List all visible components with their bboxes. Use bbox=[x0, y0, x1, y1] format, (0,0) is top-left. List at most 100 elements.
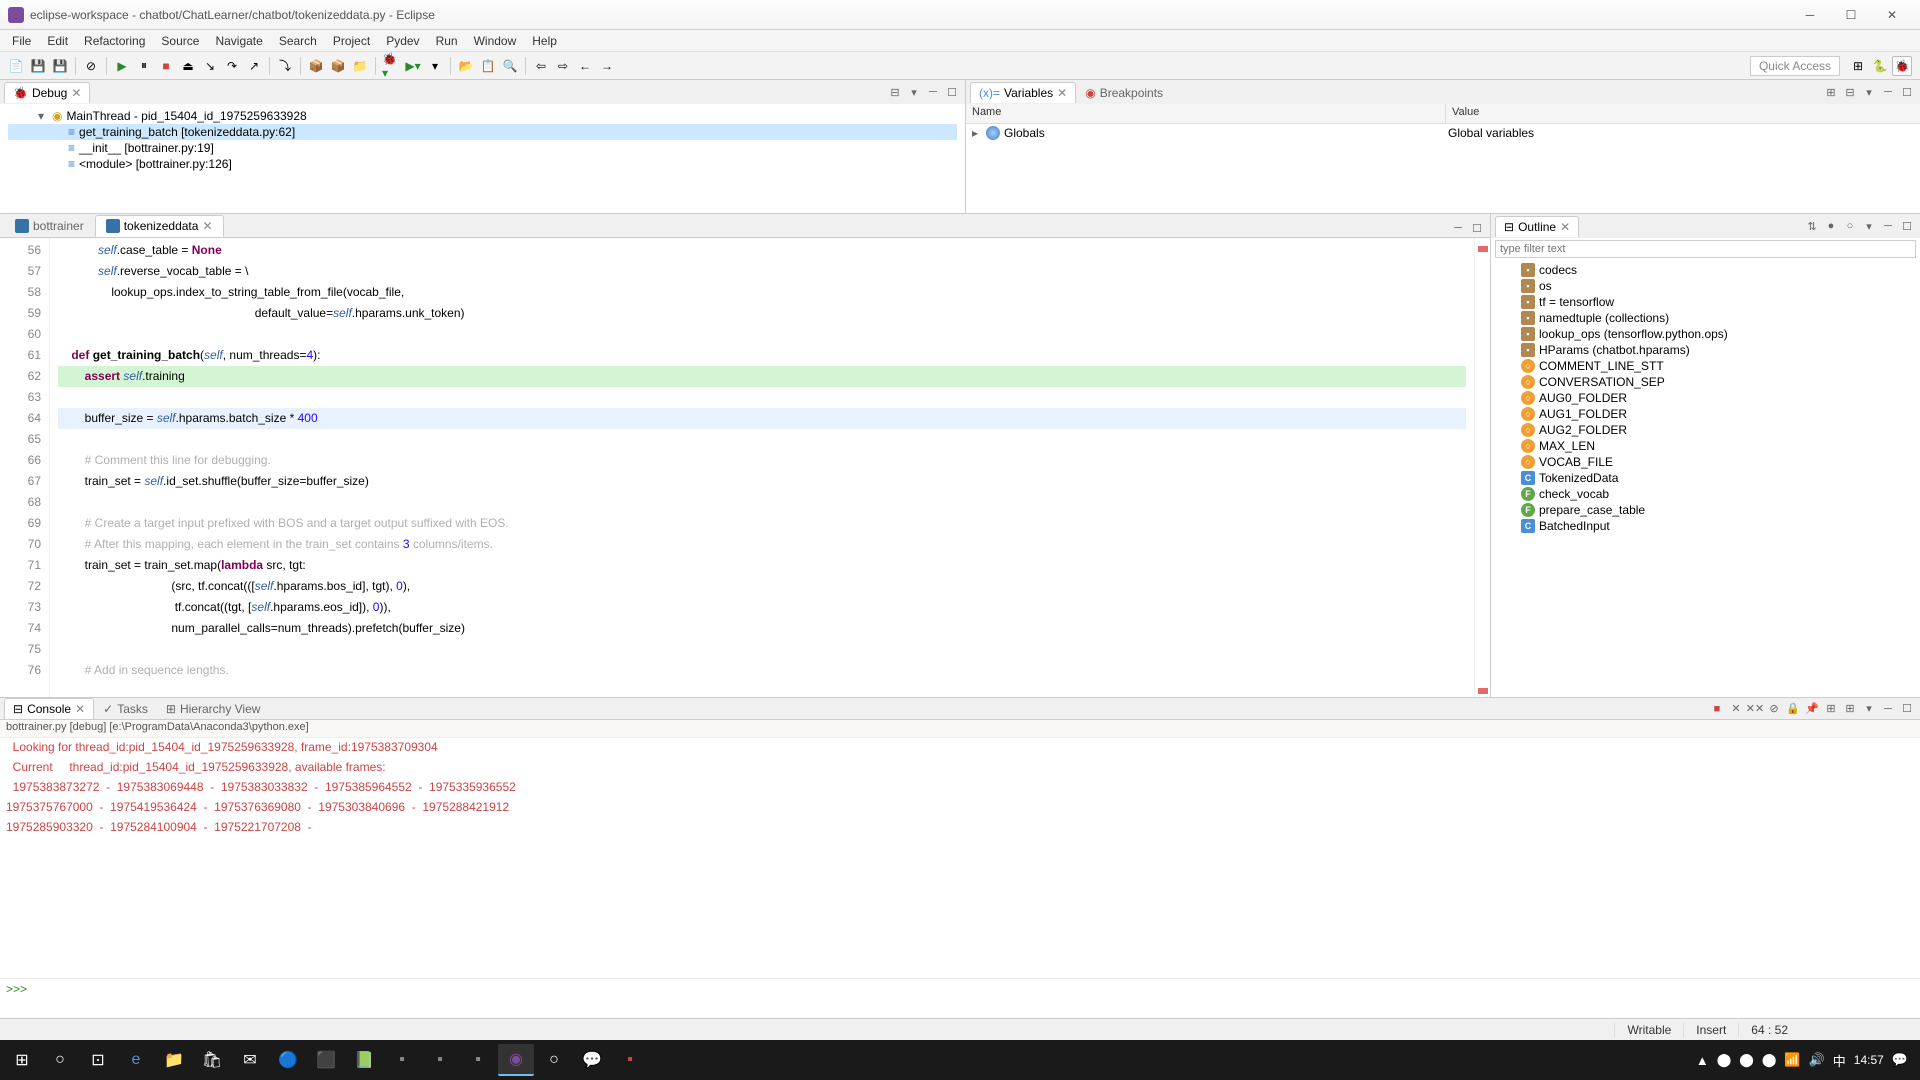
start-button[interactable]: ⊞ bbox=[4, 1044, 40, 1076]
app-icon[interactable]: ▪ bbox=[612, 1044, 648, 1076]
maximize-editor-button[interactable]: ☐ bbox=[1468, 219, 1486, 237]
coverage-dropdown-button[interactable]: ▾ bbox=[425, 56, 445, 76]
close-icon[interactable]: ✕ bbox=[1560, 220, 1570, 234]
editor-tab-tokenizeddata[interactable]: tokenizeddata ✕ bbox=[95, 215, 224, 237]
menu-project[interactable]: Project bbox=[325, 32, 378, 50]
outline-item[interactable]: Fprepare_case_table bbox=[1497, 502, 1914, 518]
tray-icon[interactable]: ▲ bbox=[1696, 1053, 1709, 1068]
quick-access-field[interactable]: Quick Access bbox=[1750, 56, 1840, 76]
code-editor[interactable]: 5657585960616263646566676869707172737475… bbox=[0, 238, 1490, 697]
new-project-button[interactable]: 📁 bbox=[350, 56, 370, 76]
outline-item[interactable]: ▪os bbox=[1497, 278, 1914, 294]
maximize-button[interactable]: ☐ bbox=[1831, 4, 1871, 26]
network-icon[interactable]: 📶 bbox=[1784, 1052, 1800, 1068]
maximize-view-button[interactable]: ☐ bbox=[1898, 217, 1916, 235]
minimize-editor-button[interactable]: ─ bbox=[1449, 219, 1467, 237]
minimize-view-button[interactable]: ─ bbox=[1879, 83, 1897, 101]
minimize-view-button[interactable]: ─ bbox=[1879, 217, 1897, 235]
outline-item[interactable]: ▪HParams (chatbot.hparams) bbox=[1497, 342, 1914, 358]
sort-button[interactable]: ⇅ bbox=[1803, 217, 1821, 235]
close-icon[interactable]: ✕ bbox=[202, 219, 212, 233]
view-menu-button[interactable]: ▾ bbox=[1860, 83, 1878, 101]
close-icon[interactable]: ✕ bbox=[1057, 86, 1067, 100]
menu-edit[interactable]: Edit bbox=[39, 32, 76, 50]
open-task-button[interactable]: 📋 bbox=[478, 56, 498, 76]
editor-tab-bottrainer[interactable]: bottrainer bbox=[4, 215, 95, 237]
name-column-header[interactable]: Name bbox=[966, 104, 1446, 123]
terminate-console-button[interactable]: ■ bbox=[1708, 700, 1726, 718]
view-menu-button[interactable]: ▾ bbox=[1860, 217, 1878, 235]
outline-item[interactable]: ○AUG0_FOLDER bbox=[1497, 390, 1914, 406]
outline-item[interactable]: ○AUG1_FOLDER bbox=[1497, 406, 1914, 422]
skip-breakpoints-button[interactable]: ⊘ bbox=[81, 56, 101, 76]
wechat-icon[interactable]: 💬 bbox=[574, 1044, 610, 1076]
menu-source[interactable]: Source bbox=[153, 32, 207, 50]
outline-item[interactable]: ○COMMENT_LINE_STT bbox=[1497, 358, 1914, 374]
menu-search[interactable]: Search bbox=[271, 32, 325, 50]
edge-icon[interactable]: e bbox=[118, 1044, 154, 1076]
expand-icon[interactable]: ▸ bbox=[972, 126, 982, 140]
menu-file[interactable]: File bbox=[4, 32, 39, 50]
collapse-all-button[interactable]: ⊟ bbox=[886, 83, 904, 101]
hide-fields-button[interactable]: ● bbox=[1822, 217, 1840, 235]
error-marker[interactable] bbox=[1478, 246, 1488, 252]
minimize-view-button[interactable]: ─ bbox=[924, 83, 942, 101]
step-over-button[interactable]: ↷ bbox=[222, 56, 242, 76]
maximize-view-button[interactable]: ☐ bbox=[1898, 700, 1916, 718]
menu-help[interactable]: Help bbox=[524, 32, 565, 50]
open-type-button[interactable]: 📂 bbox=[456, 56, 476, 76]
stack-frame[interactable]: ≡ get_training_batch [tokenizeddata.py:6… bbox=[8, 124, 957, 140]
minimize-button[interactable]: ─ bbox=[1790, 4, 1830, 26]
search-button[interactable]: ○ bbox=[42, 1044, 78, 1076]
pydev-perspective-button[interactable]: 🐍 bbox=[1870, 56, 1890, 76]
outline-item[interactable]: CTokenizedData bbox=[1497, 470, 1914, 486]
menu-navigate[interactable]: Navigate bbox=[207, 32, 270, 50]
tasks-tab[interactable]: ✓ Tasks bbox=[94, 698, 157, 719]
outline-item[interactable]: Fcheck_vocab bbox=[1497, 486, 1914, 502]
app-icon[interactable]: ▪ bbox=[460, 1044, 496, 1076]
debug-tree[interactable]: ▾ ◉ MainThread - pid_15404_id_1975259633… bbox=[0, 104, 965, 213]
outline-item[interactable]: ○CONVERSATION_SEP bbox=[1497, 374, 1914, 390]
terminate-button[interactable]: ■ bbox=[156, 56, 176, 76]
collapse-all-button[interactable]: ⊟ bbox=[1841, 83, 1859, 101]
outline-item[interactable]: ▪codecs bbox=[1497, 262, 1914, 278]
remove-all-button[interactable]: ✕✕ bbox=[1746, 700, 1764, 718]
value-column-header[interactable]: Value bbox=[1446, 104, 1485, 123]
maximize-view-button[interactable]: ☐ bbox=[1898, 83, 1916, 101]
overview-ruler[interactable] bbox=[1474, 238, 1490, 697]
display-console-button[interactable]: ⊞ bbox=[1822, 700, 1840, 718]
outline-tab[interactable]: ⊟ Outline ✕ bbox=[1495, 216, 1579, 237]
outline-item[interactable]: ○VOCAB_FILE bbox=[1497, 454, 1914, 470]
save-all-button[interactable]: 💾 bbox=[50, 56, 70, 76]
run-dropdown-button[interactable]: ▶▾ bbox=[403, 56, 423, 76]
new-package-button[interactable]: 📦 bbox=[328, 56, 348, 76]
stack-frame[interactable]: ≡ __init__ [bottrainer.py:19] bbox=[8, 140, 957, 156]
clear-console-button[interactable]: ⊘ bbox=[1765, 700, 1783, 718]
next-annotation-button[interactable]: ⇨ bbox=[553, 56, 573, 76]
show-type-names-button[interactable]: ⊞ bbox=[1822, 83, 1840, 101]
drop-to-frame-button[interactable]: ⤵ bbox=[275, 56, 295, 76]
outline-item[interactable]: ▪namedtuple (collections) bbox=[1497, 310, 1914, 326]
tray-icon[interactable]: ⬤ bbox=[1762, 1052, 1777, 1068]
code-content[interactable]: self.case_table = None self.reverse_voca… bbox=[50, 238, 1474, 697]
app-icon[interactable]: 📗 bbox=[346, 1044, 382, 1076]
search-button[interactable]: 🔍 bbox=[500, 56, 520, 76]
tray-icon[interactable]: ⬤ bbox=[1717, 1052, 1732, 1068]
variables-body[interactable]: ▸ Globals Global variables bbox=[966, 124, 1920, 213]
scroll-lock-button[interactable]: 🔒 bbox=[1784, 700, 1802, 718]
outline-item[interactable]: ○AUG2_FOLDER bbox=[1497, 422, 1914, 438]
close-icon[interactable]: ✕ bbox=[75, 702, 85, 716]
outline-item[interactable]: ▪tf = tensorflow bbox=[1497, 294, 1914, 310]
variables-tab[interactable]: (x)= Variables ✕ bbox=[970, 82, 1076, 103]
minimize-view-button[interactable]: ─ bbox=[1879, 700, 1897, 718]
disconnect-button[interactable]: ⏏ bbox=[178, 56, 198, 76]
maximize-view-button[interactable]: ☐ bbox=[943, 83, 961, 101]
hide-static-button[interactable]: ○ bbox=[1841, 217, 1859, 235]
new-module-button[interactable]: 📦 bbox=[306, 56, 326, 76]
suspend-button[interactable]: ⏸ bbox=[134, 56, 154, 76]
view-menu-button[interactable]: ▾ bbox=[905, 83, 923, 101]
menu-pydev[interactable]: Pydev bbox=[378, 32, 427, 50]
step-return-button[interactable]: ↗ bbox=[244, 56, 264, 76]
store-icon[interactable]: 🛍 bbox=[194, 1044, 230, 1076]
app-icon[interactable]: ▪ bbox=[422, 1044, 458, 1076]
